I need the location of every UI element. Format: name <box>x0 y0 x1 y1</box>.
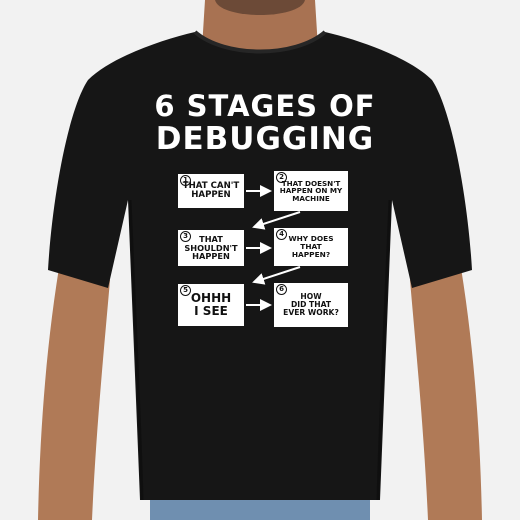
stage-number-3: 3 <box>180 231 191 242</box>
stage-box-4: 4 WHY DOES THAT HAPPEN? <box>274 228 348 266</box>
stage-number-4: 4 <box>276 229 287 240</box>
shirt-print: 6 STAGES OF DEBUGGING 1 THAT CAN'T HAPPE… <box>150 80 380 340</box>
stage-text-1: THAT CAN'T HAPPEN <box>182 180 240 200</box>
stage-number-1: 1 <box>180 175 191 186</box>
stage-number-5: 5 <box>180 285 191 296</box>
arrow-2-to-3 <box>252 211 301 230</box>
stage-box-6: 6 HOW DID THAT EVER WORK? <box>274 283 348 327</box>
stage-box-5: 5 OHHH I SEE <box>178 284 244 326</box>
stage-box-2: 2 THAT DOESN'T HAPPEN ON MY MACHINE <box>274 171 348 211</box>
stage-text-4: WHY DOES THAT HAPPEN? <box>288 234 334 259</box>
stage-box-3: 3 THAT SHOULDN'T HAPPEN <box>178 230 244 266</box>
stage-text-6: HOW DID THAT EVER WORK? <box>283 292 339 317</box>
arrow-4-to-5 <box>252 266 301 285</box>
product-photo: 6 STAGES OF DEBUGGING 1 THAT CAN'T HAPPE… <box>0 0 520 520</box>
stage-number-6: 6 <box>276 284 287 295</box>
stage-text-2: THAT DOESN'T HAPPEN ON MY MACHINE <box>279 178 343 203</box>
stage-text-5: OHHH I SEE <box>190 291 232 318</box>
stage-text-3: THAT SHOULDN'T HAPPEN <box>184 234 238 262</box>
stage-number-2: 2 <box>276 172 287 183</box>
stage-box-1: 1 THAT CAN'T HAPPEN <box>178 174 244 208</box>
